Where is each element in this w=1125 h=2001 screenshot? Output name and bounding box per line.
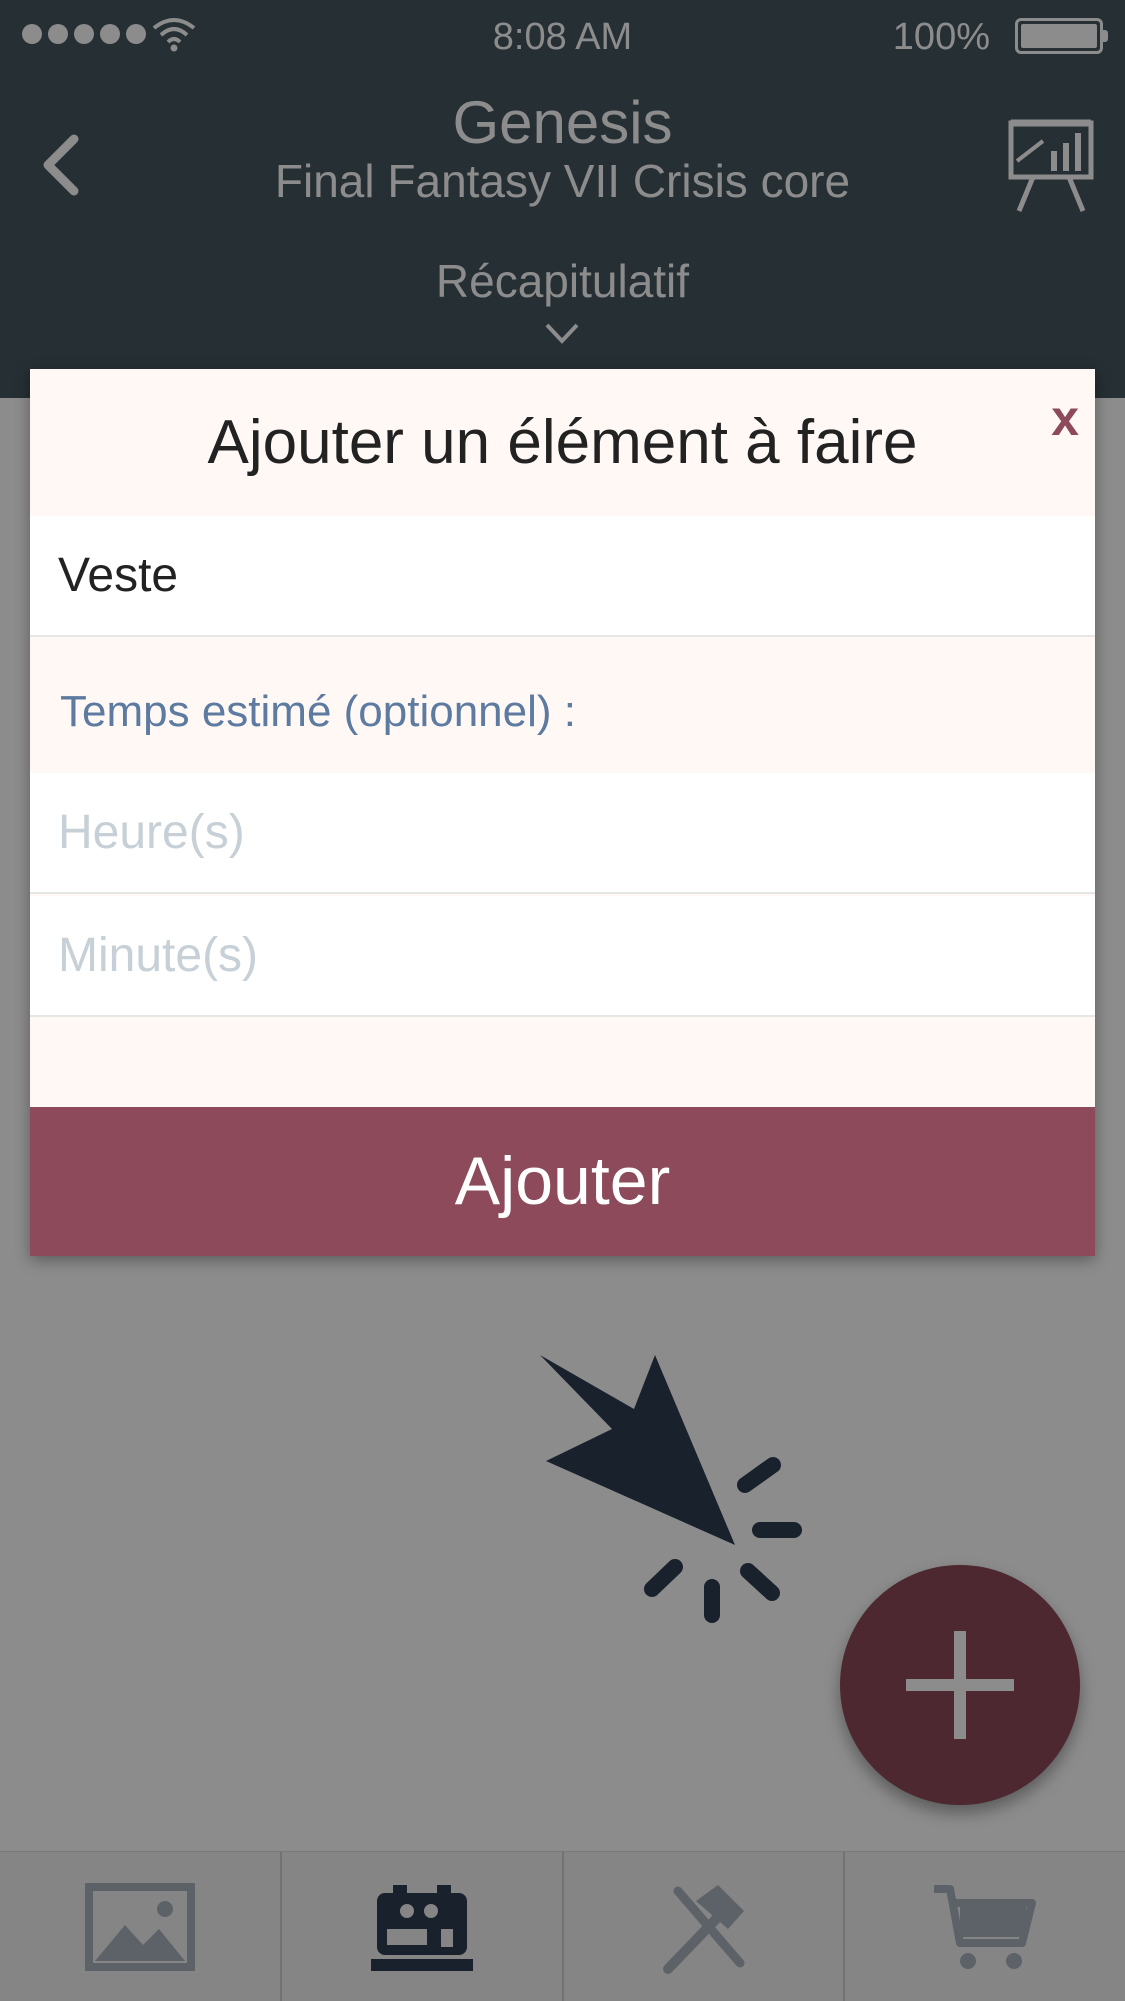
dialog-title: Ajouter un élément à faire (207, 408, 918, 477)
task-name-input[interactable] (30, 516, 1095, 635)
hours-input[interactable] (30, 773, 1095, 892)
add-task-dialog: Ajouter un élément à faire x Temps estim… (30, 369, 1095, 1256)
minutes-field[interactable] (30, 896, 1095, 1017)
close-button[interactable]: x (1051, 389, 1079, 447)
add-submit-button[interactable]: Ajouter (30, 1107, 1095, 1256)
task-name-field[interactable] (30, 516, 1095, 637)
hours-field[interactable] (30, 773, 1095, 894)
minutes-input[interactable] (30, 896, 1095, 1015)
estimated-time-label: Temps estimé (optionnel) : (60, 687, 576, 736)
